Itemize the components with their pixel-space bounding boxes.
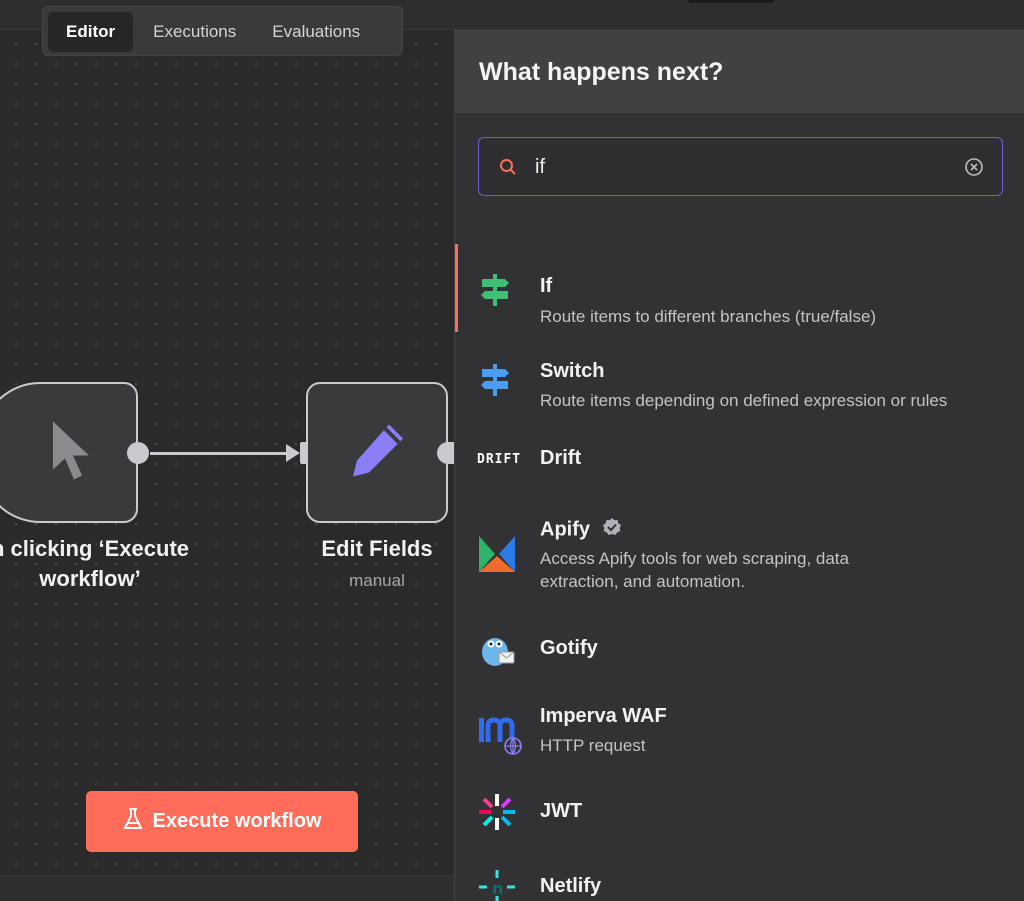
trigger-label-line2: workflow’ — [39, 566, 141, 591]
signpost-icon — [477, 272, 513, 313]
item-name: Switch — [540, 360, 605, 382]
item-description: Route items to different branches (true/… — [540, 307, 877, 326]
verified-badge-icon — [602, 517, 622, 543]
search-icon — [499, 158, 517, 181]
apify-logo-icon — [477, 534, 517, 579]
panel-header: What happens next? — [455, 30, 1024, 113]
imperva-logo-icon — [477, 712, 523, 761]
pencil-icon — [345, 418, 409, 487]
edit-node-sublabel: manual — [349, 571, 405, 590]
gotify-logo-icon — [477, 630, 517, 675]
item-name: If — [540, 275, 553, 297]
jwt-logo-icon — [477, 792, 517, 837]
edit-fields-node[interactable] — [306, 382, 448, 523]
cursor-icon — [49, 419, 93, 486]
node-search — [478, 137, 1003, 196]
flask-icon — [122, 807, 143, 837]
top-handle — [688, 0, 774, 3]
list-item-gotify[interactable]: Gotify — [455, 620, 1024, 680]
list-item-jwt[interactable]: JWT — [455, 786, 1024, 846]
edit-output-handle[interactable] — [437, 442, 455, 464]
item-name: Gotify — [540, 637, 598, 659]
apify-name-text: Apify — [540, 518, 590, 541]
trigger-label-line1: n clicking ‘Execute — [0, 536, 190, 561]
trigger-node-label: n clicking ‘Execute workflow’ — [0, 534, 210, 594]
item-name: JWT — [540, 800, 583, 822]
execute-workflow-button[interactable]: Execute workflow — [86, 791, 358, 852]
list-item-switch[interactable]: Switch Route items depending on defined … — [455, 338, 1024, 418]
canvas-footer — [0, 875, 454, 901]
signpost-icon — [477, 362, 513, 403]
execute-workflow-label: Execute workflow — [152, 810, 322, 832]
item-name: Drift — [540, 447, 582, 469]
panel-title: What happens next? — [479, 58, 724, 86]
list-item-if[interactable]: If Route items to different branches (tr… — [455, 244, 1024, 332]
list-item-apify[interactable]: Apify Access Apify tools for web scrapin… — [455, 506, 1024, 606]
list-item-netlify[interactable]: n Netlify — [455, 862, 1024, 901]
item-name: Netlify — [540, 875, 602, 897]
view-tabs: Editor Executions Evaluations — [42, 6, 403, 56]
connection-line — [150, 452, 295, 455]
edit-node-label: Edit Fields — [321, 536, 433, 561]
drift-logo-icon: DRIFT — [477, 452, 522, 467]
item-description: Access Apify tools for web scraping, dat… — [540, 549, 849, 591]
svg-text:n: n — [492, 879, 503, 898]
tab-editor[interactable]: Editor — [48, 12, 134, 52]
item-name: Imperva WAF — [540, 705, 667, 727]
clear-icon[interactable] — [964, 157, 984, 182]
item-description: HTTP request — [540, 736, 646, 755]
list-item-imperva-waf[interactable]: Imperva WAF HTTP request — [455, 692, 1024, 772]
node-creator-panel: What happens next? If Route items to dif… — [454, 30, 1024, 901]
item-description: Route items depending on defined express… — [540, 391, 948, 410]
list-item-drift[interactable]: DRIFT Drift — [455, 428, 1024, 488]
netlify-logo-icon: n — [477, 870, 517, 901]
search-input[interactable] — [535, 152, 955, 182]
tab-evaluations[interactable]: Evaluations — [256, 12, 376, 52]
trigger-node[interactable] — [0, 382, 138, 523]
trigger-output-handle[interactable] — [127, 442, 149, 464]
item-name: Apify — [540, 517, 622, 543]
connection-arrow — [286, 444, 300, 462]
tab-executions[interactable]: Executions — [137, 12, 252, 52]
